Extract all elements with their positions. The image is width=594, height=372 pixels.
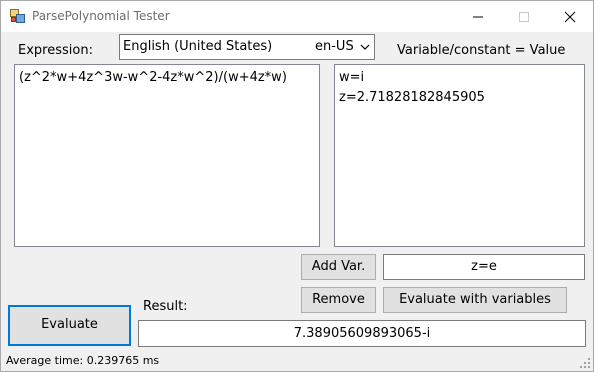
minimize-icon: [473, 16, 483, 18]
maximize-button[interactable]: [501, 1, 547, 32]
culture-name: English (United States): [123, 39, 273, 54]
evaluate-button[interactable]: Evaluate: [8, 305, 131, 346]
variable-line: w=i: [339, 70, 365, 85]
minimize-button[interactable]: [455, 1, 501, 32]
app-icon: [10, 9, 25, 23]
remove-button[interactable]: Remove: [301, 287, 376, 313]
main-window: ParsePolynomial Tester Expression: Engli…: [0, 0, 594, 372]
add-var-button[interactable]: Add Var.: [301, 254, 376, 280]
expression-label: Expression:: [18, 43, 93, 58]
evaluate-with-variables-button[interactable]: Evaluate with variables: [383, 287, 567, 313]
chevron-down-icon: [360, 44, 370, 50]
result-field: 7.38905609893065-i: [138, 320, 586, 347]
title-bar: ParsePolynomial Tester: [1, 1, 593, 32]
close-icon: [564, 11, 576, 23]
maximize-icon: [519, 12, 529, 22]
resize-grip-icon[interactable]: [579, 357, 591, 369]
culture-dropdown[interactable]: English (United States) en-US: [119, 34, 375, 60]
culture-code: en-US: [315, 39, 354, 54]
expression-input[interactable]: (z^2*w+4z^3w-w^2-4z*w^2)/(w+4z*w): [14, 64, 320, 247]
status-text: Average time: 0.239765 ms: [6, 354, 160, 367]
close-button[interactable]: [547, 1, 593, 32]
window-title: ParsePolynomial Tester: [32, 9, 170, 23]
variables-list[interactable]: w=i z=2.71828182845905: [334, 64, 585, 247]
new-variable-input[interactable]: z=e: [383, 254, 585, 280]
result-label: Result:: [143, 299, 188, 314]
variable-line: z=2.71828182845905: [339, 90, 485, 105]
expression-text: (z^2*w+4z^3w-w^2-4z*w^2)/(w+4z*w): [19, 70, 287, 85]
variables-header: Variable/constant = Value: [397, 43, 566, 58]
